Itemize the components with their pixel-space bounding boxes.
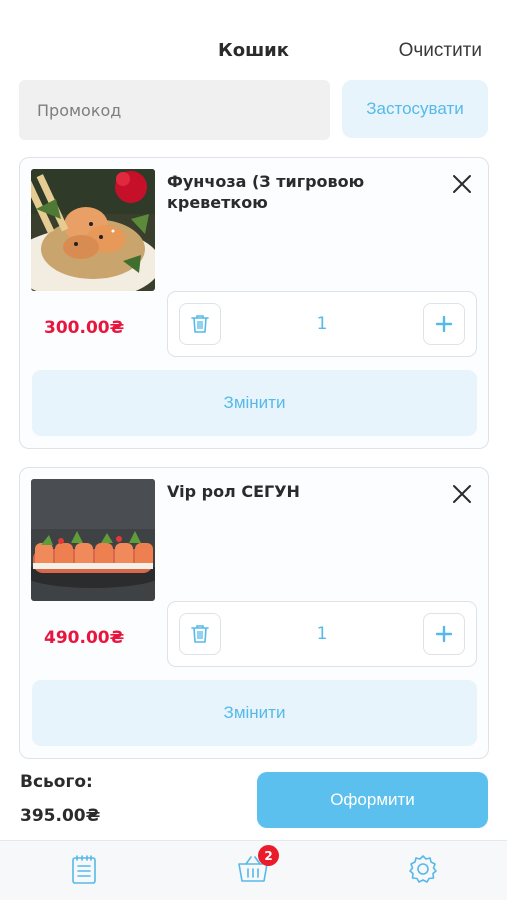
product-name: Vip рол СЕГУН [167,482,300,501]
header: Кошик Очистити [0,0,507,80]
tab-cart[interactable]: 2 [233,845,279,889]
cart-count-badge: 2 [258,845,279,866]
product-price: 490.00₴ [44,628,125,648]
product-image [31,479,155,601]
apply-promo-button[interactable]: Застосувати [342,80,488,138]
cart-item: Vip рол СЕГУН 490.00₴ 1 Змінити [19,467,489,759]
plus-icon [435,625,453,643]
funchoza-shrimp-photo [31,169,155,291]
total-value: 395.00₴ [20,806,101,826]
increase-button[interactable] [423,303,465,345]
checkout-button[interactable]: Оформити [257,772,488,828]
settings-icon [409,855,437,883]
increase-button[interactable] [423,613,465,655]
menu-icon [72,855,96,884]
edit-button[interactable]: Змінити [32,370,477,436]
product-image [31,169,155,291]
quantity-stepper: 1 [167,601,477,667]
clear-cart-button[interactable]: Очистити [399,40,482,62]
total-label: Всього: [20,772,93,792]
cart-item: Фунчоза (З тигровою креветкою 300.00₴ 1 … [19,157,489,449]
edit-button[interactable]: Змінити [32,680,477,746]
product-name: Фунчоза (З тигровою креветкою [167,172,365,212]
close-icon[interactable] [451,483,473,505]
tab-settings[interactable] [403,849,443,889]
close-icon[interactable] [451,173,473,195]
plus-icon [435,315,453,333]
sushi-roll-photo [31,479,155,601]
tab-menu[interactable] [64,849,104,889]
promo-code-input[interactable] [19,80,330,140]
quantity-stepper: 1 [167,291,477,357]
product-price: 300.00₴ [44,318,125,338]
bottom-tab-bar: 2 [0,840,507,900]
